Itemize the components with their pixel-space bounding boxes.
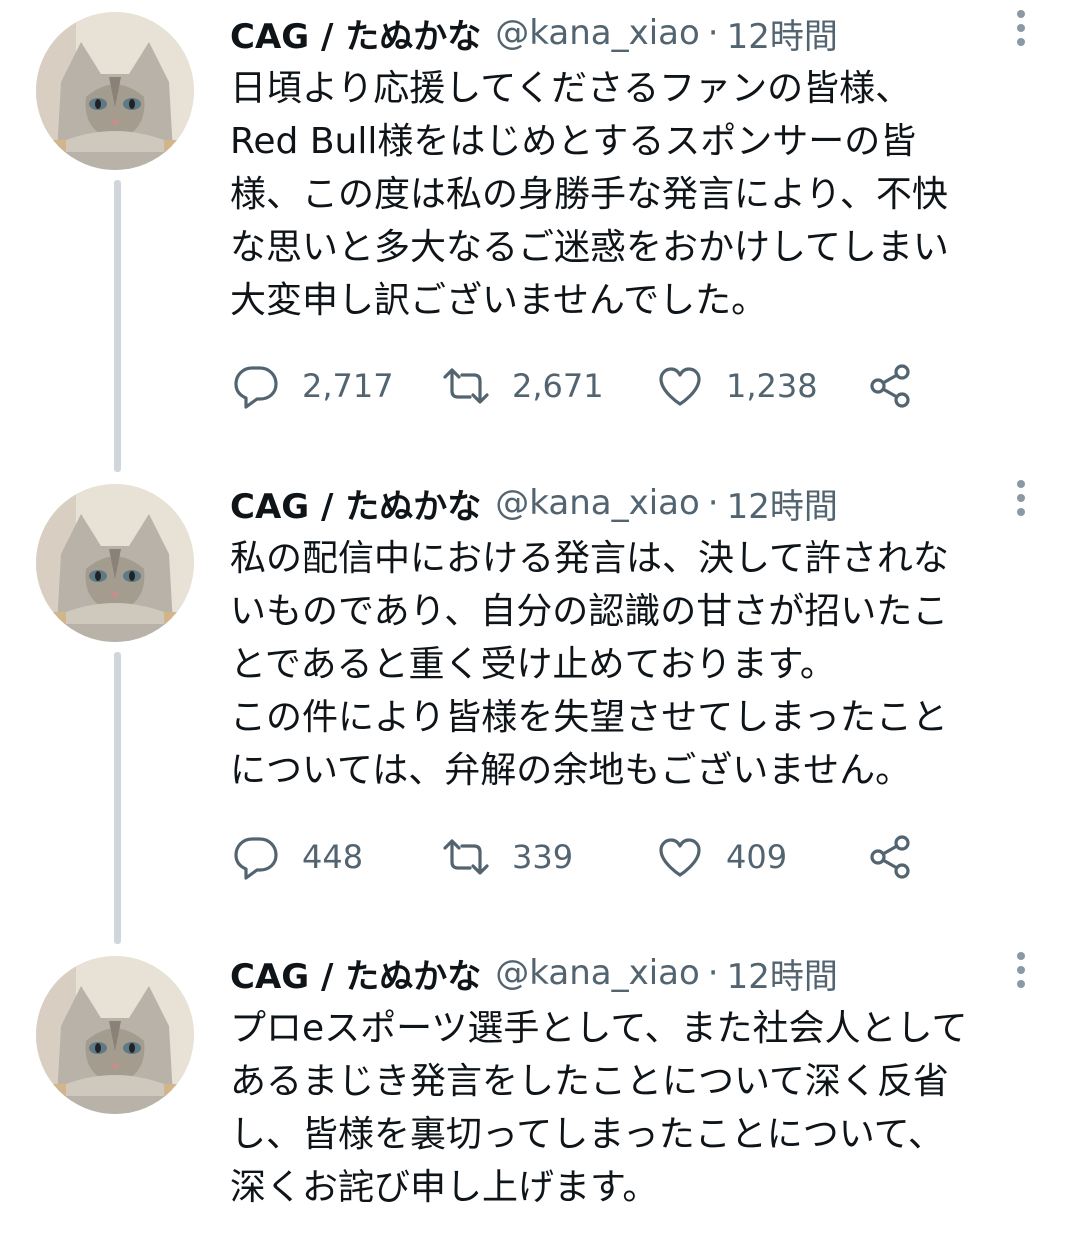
tweet-text: 日頃より応援してくださるファンの皆様、 Red Bull様をはじめとするスポンサ… [230,68,949,321]
more-vertical-icon[interactable] [1006,948,1036,992]
retweet-count: 2,671 [512,367,604,405]
tweet-text: 私の配信中における発言は、決して許されな いものであり、自分の認識の甘さが招いた… [230,538,949,791]
tweet-header: CAG / たぬかな @kana_xiao · 12時間 [230,8,838,58]
avatar[interactable] [36,12,194,170]
timestamp[interactable]: 12時間 [727,479,838,528]
retweet-icon [443,839,489,875]
like-button[interactable]: 409 [656,829,787,885]
reply-button[interactable]: 448 [232,829,363,885]
separator: · [707,13,719,53]
avatar[interactable] [36,484,194,642]
tweet-text: プロeスポーツ選手として、また社会人として あるまじき発言をしたことについて深く… [230,1008,968,1208]
reply-count: 2,717 [302,367,394,405]
tweet-actions: 2,717 2,671 1,238 [232,358,952,414]
author-handle[interactable]: @kana_xiao [495,953,700,993]
timestamp[interactable]: 12時間 [727,9,838,58]
share-icon[interactable] [866,833,914,881]
tweet-header: CAG / たぬかな @kana_xiao · 12時間 [230,948,838,998]
reply-icon [234,366,278,409]
avatar[interactable] [36,956,194,1114]
retweet-button[interactable]: 2,671 [442,358,604,414]
like-count: 1,238 [726,367,818,405]
reply-button[interactable]: 2,717 [232,358,394,414]
author-handle[interactable]: @kana_xiao [495,483,700,523]
author-handle[interactable]: @kana_xiao [495,13,700,53]
reply-icon [234,837,278,880]
timestamp[interactable]: 12時間 [727,949,838,998]
like-icon [659,838,701,877]
like-button[interactable]: 1,238 [656,358,818,414]
more-vertical-icon[interactable] [1006,6,1036,50]
author-name[interactable]: CAG / たぬかな [230,479,481,528]
thread-line [114,652,121,944]
author-name[interactable]: CAG / たぬかな [230,9,481,58]
retweet-count: 339 [512,838,574,876]
tweet-header: CAG / たぬかな @kana_xiao · 12時間 [230,478,838,528]
more-vertical-icon[interactable] [1006,476,1036,520]
retweet-icon [443,368,489,404]
like-count: 409 [726,838,788,876]
retweet-button[interactable]: 339 [442,829,573,885]
separator: · [707,483,719,523]
separator: · [707,953,719,993]
tweet-actions: 448 339 409 [232,829,952,885]
reply-count: 448 [302,838,364,876]
author-name[interactable]: CAG / たぬかな [230,949,481,998]
thread-line [114,180,121,472]
like-icon [659,367,701,406]
share-icon[interactable] [866,362,914,410]
